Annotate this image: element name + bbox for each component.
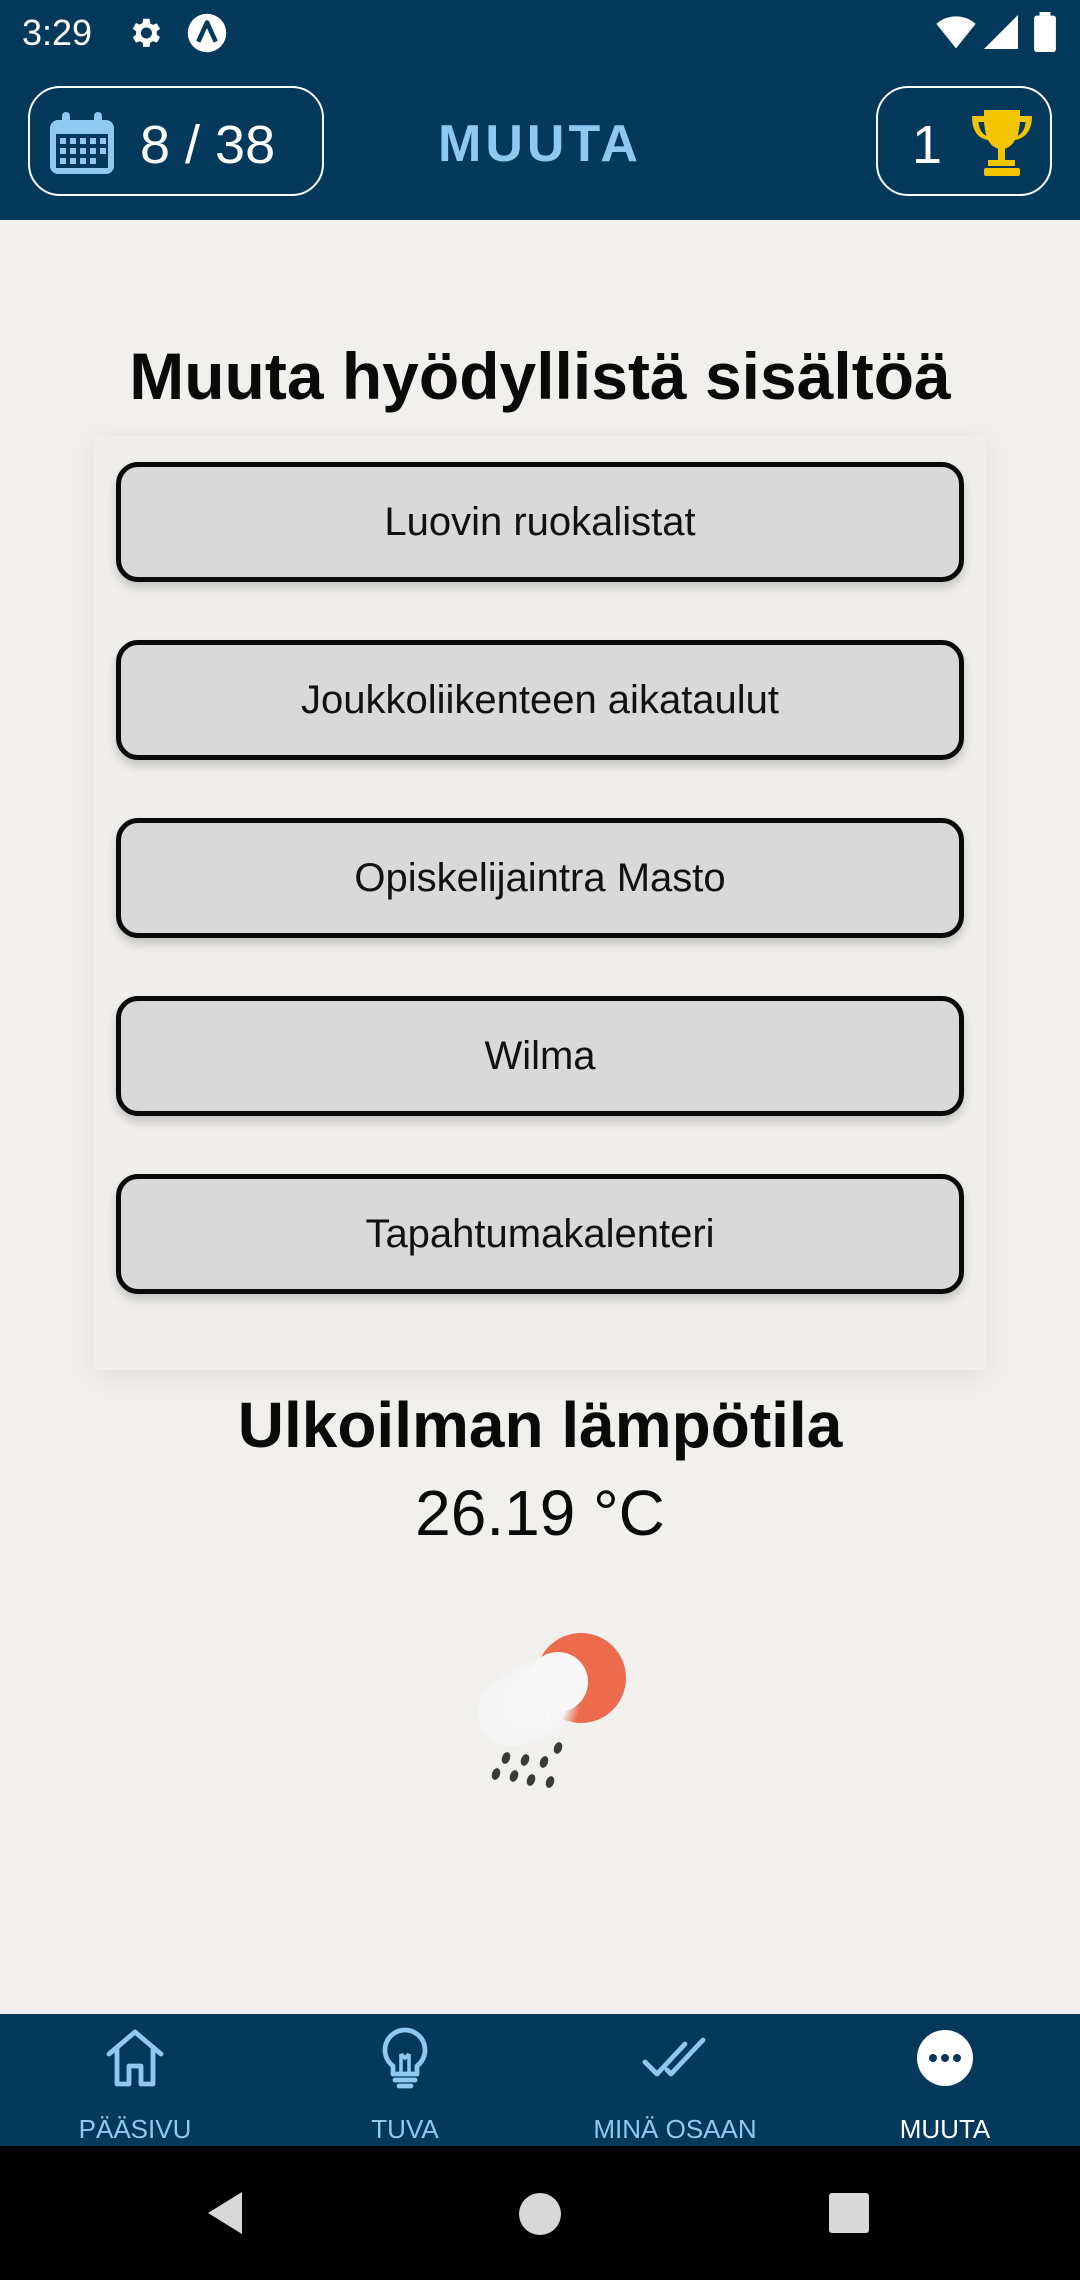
calendar-icon [50,112,114,174]
nav-item-mina-osaan[interactable]: MINÄ OSAAN [540,2014,810,2146]
links-panel: Luovin ruokalistat Joukkoliikenteen aika… [94,436,986,1370]
gear-icon [132,18,161,47]
nav-label: MUUTA [899,2114,991,2144]
battery-icon [1034,12,1056,52]
link-button-wilma[interactable]: Wilma [116,996,964,1116]
partly-cloudy-rain-icon [478,1633,626,1788]
double-check-icon [642,2037,706,2077]
home-circle-icon[interactable] [518,2192,562,2236]
recents-icon[interactable] [828,2192,870,2234]
nav-label: MINÄ OSAAN [593,2114,757,2144]
bottom-nav: PÄÄSIVU TUVA MINÄ OSAAN MUUTA [0,2014,1080,2146]
day-counter-button[interactable]: 8 / 38 [28,86,324,196]
trophy-icon [972,110,1032,176]
signal-icon [984,15,1018,49]
nav-label: TUVA [371,2114,439,2144]
trophy-count: 1 [912,115,943,175]
link-button-calendar[interactable]: Tapahtumakalenteri [116,1174,964,1294]
temperature-title: Ulkoilman lämpötila [237,1389,843,1461]
trophy-button[interactable]: 1 [876,86,1052,196]
lightbulb-icon [382,2027,428,2089]
status-time: 3:29 [22,12,93,53]
link-button-menus[interactable]: Luovin ruokalistat [116,462,964,582]
wifi-icon [936,16,976,49]
a-badge-icon [187,13,227,53]
status-bar: 3:29 [0,0,1080,64]
home-icon [106,2029,164,2087]
link-button-transit[interactable]: Joukkoliikenteen aikataulut [116,640,964,760]
back-icon[interactable] [202,2188,248,2238]
nav-item-muuta[interactable]: MUUTA [810,2014,1080,2146]
app-header: 8 / 38 MUUTA 1 [0,64,1080,220]
temperature-value: 26.19 °C [415,1477,665,1549]
nav-item-paasivu[interactable]: PÄÄSIVU [0,2014,270,2146]
more-icon [917,2030,973,2086]
nav-item-tuva[interactable]: TUVA [270,2014,540,2146]
day-counter-text: 8 / 38 [140,115,276,175]
link-button-intra[interactable]: Opiskelijaintra Masto [116,818,964,938]
nav-label: PÄÄSIVU [78,2114,192,2144]
system-nav-bar [0,2146,1080,2280]
section-title: Muuta hyödyllistä sisältöä [129,339,951,413]
page-title: MUUTA [438,115,642,173]
